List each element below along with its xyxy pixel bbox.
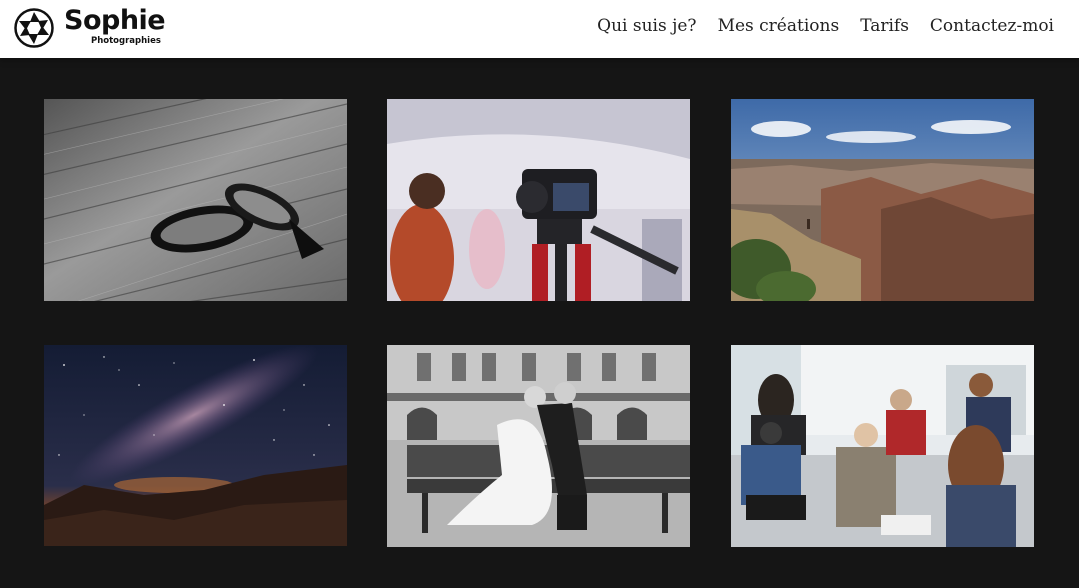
gallery-photo-rings[interactable]: [44, 99, 347, 301]
brand-subtitle: Photographies: [91, 36, 161, 46]
gallery-photo-team-meeting[interactable]: [731, 345, 1034, 547]
photo-gallery: [0, 58, 1079, 588]
logo-text: Sophie Photographies: [64, 5, 166, 50]
gallery-photo-canyon[interactable]: [731, 99, 1034, 301]
main-nav: Qui suis je? Mes créations Tarifs Contac…: [597, 16, 1054, 36]
site-header: Sophie Photographies Qui suis je? Mes cr…: [0, 0, 1079, 58]
nav-link-contact[interactable]: Contactez-moi: [930, 16, 1054, 36]
camera-aperture-icon: [14, 8, 54, 48]
gallery-photo-camera[interactable]: [387, 99, 690, 301]
gallery-photo-milky-way[interactable]: [44, 345, 347, 546]
nav-link-pricing[interactable]: Tarifs: [860, 16, 909, 36]
gallery-photo-wedding-couple[interactable]: [387, 345, 690, 547]
nav-link-portfolio[interactable]: Mes créations: [718, 16, 840, 36]
nav-link-about[interactable]: Qui suis je?: [597, 16, 696, 36]
site-logo[interactable]: Sophie Photographies: [14, 5, 166, 50]
brand-name: Sophie: [64, 5, 166, 36]
